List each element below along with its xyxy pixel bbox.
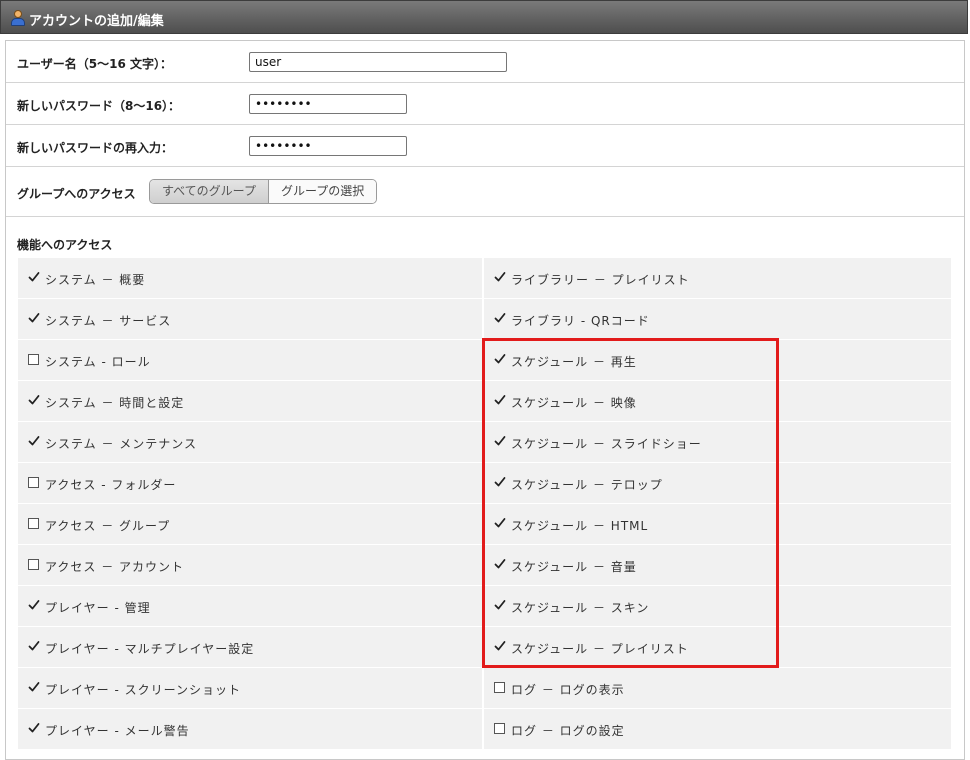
permission-item[interactable]: アクセス - フォルダー [18, 463, 482, 503]
permission-item[interactable]: システム － サービス [18, 299, 482, 339]
permission-item[interactable]: スケジュール － 再生 [484, 340, 951, 380]
checkmark-icon[interactable] [494, 435, 506, 447]
permission-label: システム － 時間と設定 [45, 396, 185, 410]
checkmark-icon[interactable] [494, 394, 506, 406]
permission-item[interactable]: スケジュール － 音量 [484, 545, 951, 585]
username-row: ユーザー名（5〜16 文字）： [6, 41, 964, 83]
checkbox-unchecked[interactable] [28, 477, 39, 488]
checkmark-icon[interactable] [28, 394, 40, 406]
permission-label: ライブラリー － プレイリスト [511, 273, 690, 287]
checkmark-icon[interactable] [494, 599, 506, 611]
permission-item[interactable]: アクセス － アカウント [18, 545, 482, 585]
permission-item[interactable]: システム － メンテナンス [18, 422, 482, 462]
checkbox-unchecked[interactable] [28, 518, 39, 529]
permission-label: システム － 概要 [45, 273, 146, 287]
permission-label: スケジュール － プレイリスト [511, 642, 689, 656]
permission-label: システム - ロール [45, 355, 151, 369]
checkmark-icon[interactable] [494, 476, 506, 488]
permission-label: ライブラリ - QRコード [511, 314, 650, 328]
checkmark-icon[interactable] [494, 558, 506, 570]
username-input[interactable] [249, 52, 507, 72]
checkmark-icon[interactable] [28, 640, 40, 652]
password-label: 新しいパスワード（8〜16）： [17, 99, 181, 113]
checkmark-icon[interactable] [494, 640, 506, 652]
password-confirm-label: 新しいパスワードの再入力： [17, 141, 174, 155]
permission-item[interactable]: スケジュール － HTML [484, 504, 951, 544]
checkmark-icon[interactable] [28, 722, 40, 734]
permission-item[interactable]: システム － 概要 [18, 258, 482, 298]
group-access-label: グループへのアクセス [17, 187, 136, 201]
permission-item[interactable]: スケジュール － スライドショー [484, 422, 951, 462]
permission-item[interactable]: スケジュール － プレイリスト [484, 627, 951, 667]
checkmark-icon[interactable] [28, 681, 40, 693]
checkbox-unchecked[interactable] [494, 682, 505, 693]
all-groups-option[interactable]: すべてのグループ [150, 180, 269, 203]
permission-label: スケジュール － 映像 [511, 396, 637, 410]
window-titlebar: アカウントの追加/編集 [0, 0, 968, 34]
user-icon [11, 10, 25, 26]
permission-label: システム － サービス [45, 314, 172, 328]
permission-label: ログ － ログの設定 [511, 724, 625, 738]
permission-label: アクセス － アカウント [45, 560, 185, 574]
password-row: 新しいパスワード（8〜16）： [6, 83, 964, 125]
checkmark-icon[interactable] [494, 312, 506, 324]
permission-label: プレイヤー - マルチプレイヤー設定 [45, 642, 255, 656]
feature-access-label: 機能へのアクセス [17, 238, 113, 252]
permission-label: システム － メンテナンス [45, 437, 198, 451]
permission-item[interactable]: システム - ロール [18, 340, 482, 380]
permission-item[interactable]: プレイヤー - メール警告 [18, 709, 482, 749]
checkbox-unchecked[interactable] [28, 354, 39, 365]
permission-item[interactable]: プレイヤー - マルチプレイヤー設定 [18, 627, 482, 667]
checkmark-icon[interactable] [28, 312, 40, 324]
permission-item[interactable]: システム － 時間と設定 [18, 381, 482, 421]
checkmark-icon[interactable] [28, 435, 40, 447]
permission-item[interactable]: ログ － ログの表示 [484, 668, 951, 708]
permission-label: スケジュール － 再生 [511, 355, 637, 369]
permission-item[interactable]: スケジュール － スキン [484, 586, 951, 626]
permission-label: スケジュール － スライドショー [511, 437, 702, 451]
checkbox-unchecked[interactable] [28, 559, 39, 570]
window-title: アカウントの追加/編集 [29, 14, 164, 29]
username-label: ユーザー名（5〜16 文字）： [17, 57, 172, 71]
group-access-toggle: すべてのグループ グループの選択 [149, 179, 378, 204]
permission-item[interactable]: アクセス － グループ [18, 504, 482, 544]
password-input[interactable] [249, 94, 407, 114]
checkmark-icon[interactable] [494, 353, 506, 365]
checkmark-icon[interactable] [28, 271, 40, 283]
permission-item[interactable]: ライブラリー － プレイリスト [484, 258, 951, 298]
permission-item[interactable]: ライブラリ - QRコード [484, 299, 951, 339]
permission-label: アクセス － グループ [45, 519, 171, 533]
permission-item[interactable]: プレイヤー - スクリーンショット [18, 668, 482, 708]
select-groups-option[interactable]: グループの選択 [268, 180, 377, 203]
permission-label: スケジュール － テロップ [511, 478, 663, 492]
checkmark-icon[interactable] [494, 271, 506, 283]
permission-label: スケジュール － スキン [511, 601, 650, 615]
group-access-row: グループへのアクセス すべてのグループ グループの選択 [6, 167, 964, 217]
permission-item[interactable]: ログ － ログの設定 [484, 709, 951, 749]
checkbox-unchecked[interactable] [494, 723, 505, 734]
permission-item[interactable]: プレイヤー - 管理 [18, 586, 482, 626]
permission-label: スケジュール － HTML [511, 519, 649, 533]
permission-item[interactable]: スケジュール － テロップ [484, 463, 951, 503]
permission-label: プレイヤー - メール警告 [45, 724, 190, 738]
checkmark-icon[interactable] [28, 599, 40, 611]
permission-label: アクセス - フォルダー [45, 478, 177, 492]
checkmark-icon[interactable] [494, 517, 506, 529]
permission-label: ログ － ログの表示 [511, 683, 625, 697]
permission-label: スケジュール － 音量 [511, 560, 637, 574]
permission-label: プレイヤー - スクリーンショット [45, 683, 242, 697]
permission-label: プレイヤー - 管理 [45, 601, 151, 615]
password-confirm-row: 新しいパスワードの再入力： [6, 125, 964, 167]
permission-item[interactable]: スケジュール － 映像 [484, 381, 951, 421]
password-confirm-input[interactable] [249, 136, 407, 156]
